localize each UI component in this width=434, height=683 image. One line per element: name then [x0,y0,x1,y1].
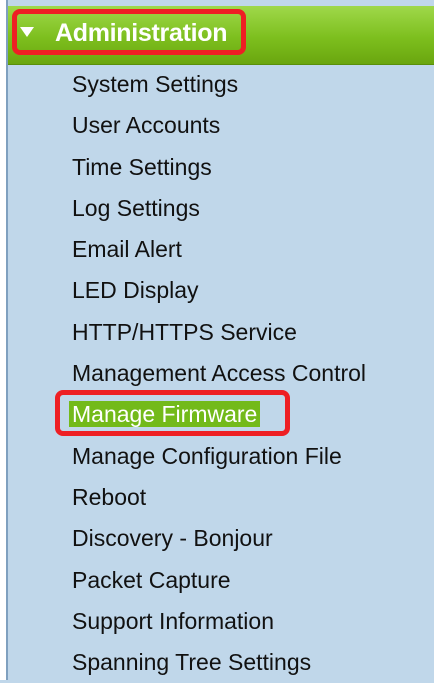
menu-item-led-display[interactable]: LED Display [72,270,366,311]
menu-item-time-settings[interactable]: Time Settings [72,147,366,188]
menu-item-discovery-bonjour[interactable]: Discovery - Bonjour [72,518,366,559]
menu-item-manage-firmware[interactable]: Manage Firmware [69,394,366,435]
menu-item-packet-capture[interactable]: Packet Capture [72,560,366,601]
admin-submenu: System Settings User Accounts Time Setti… [69,64,366,683]
sidebar-border [0,0,8,680]
menu-item-management-access-control[interactable]: Management Access Control [72,353,366,394]
header-callout-box [12,9,246,55]
menu-item-system-settings[interactable]: System Settings [72,64,366,105]
menu-item-spanning-tree-settings[interactable]: Spanning Tree Settings [72,642,366,683]
menu-item-http-https-service[interactable]: HTTP/HTTPS Service [72,312,366,353]
menu-item-reboot[interactable]: Reboot [72,477,366,518]
menu-item-user-accounts[interactable]: User Accounts [72,105,366,146]
menu-item-log-settings[interactable]: Log Settings [72,188,366,229]
menu-item-support-information[interactable]: Support Information [72,601,366,642]
menu-item-email-alert[interactable]: Email Alert [72,229,366,270]
menu-item-manage-configuration-file[interactable]: Manage Configuration File [72,436,366,477]
